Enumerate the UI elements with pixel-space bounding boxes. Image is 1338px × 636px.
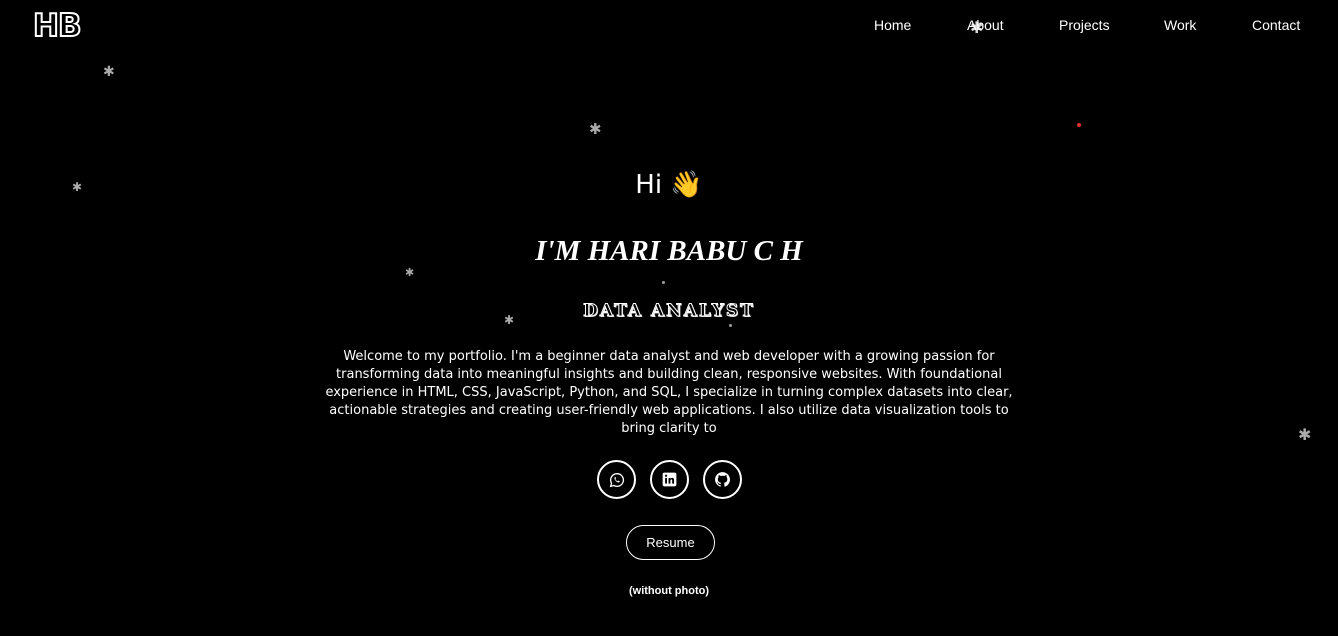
hero-name: I'M HARI BABU C H (535, 235, 803, 267)
whatsapp-button[interactable] (597, 460, 636, 499)
nav-item-contact[interactable]: Contact (1252, 17, 1300, 33)
hero-role: DATA ANALYST (583, 301, 755, 322)
nav-item-about[interactable]: About (967, 17, 1004, 33)
red-dot-decoration (1077, 123, 1081, 127)
dot-decoration (662, 281, 665, 284)
whatsapp-icon (609, 472, 624, 487)
star-decoration: ✱ (589, 120, 602, 138)
resume-note: (without photo) (628, 585, 710, 597)
nav-item-work[interactable]: Work (1164, 17, 1196, 33)
github-icon (715, 472, 731, 487)
github-button[interactable] (703, 460, 742, 499)
intro-text: Welcome to my portfolio. I'm a beginner … (325, 349, 1013, 436)
nav-item-home[interactable]: Home (874, 17, 911, 33)
portfolio-page: ✱ ✱ ✱ ✱ ✱ ✱ ✱ HB Home About Projects Wor… (0, 0, 1338, 636)
linkedin-icon (662, 472, 677, 487)
greeting: Hi 👋 (635, 170, 703, 200)
dot-decoration (729, 324, 732, 327)
star-decoration: ✱ (103, 64, 115, 80)
star-decoration: ✱ (1298, 425, 1312, 444)
resume-button[interactable]: Resume (626, 525, 715, 560)
logo[interactable]: HB (32, 7, 83, 45)
nav-item-projects[interactable]: Projects (1059, 17, 1110, 33)
linkedin-button[interactable] (650, 460, 689, 499)
